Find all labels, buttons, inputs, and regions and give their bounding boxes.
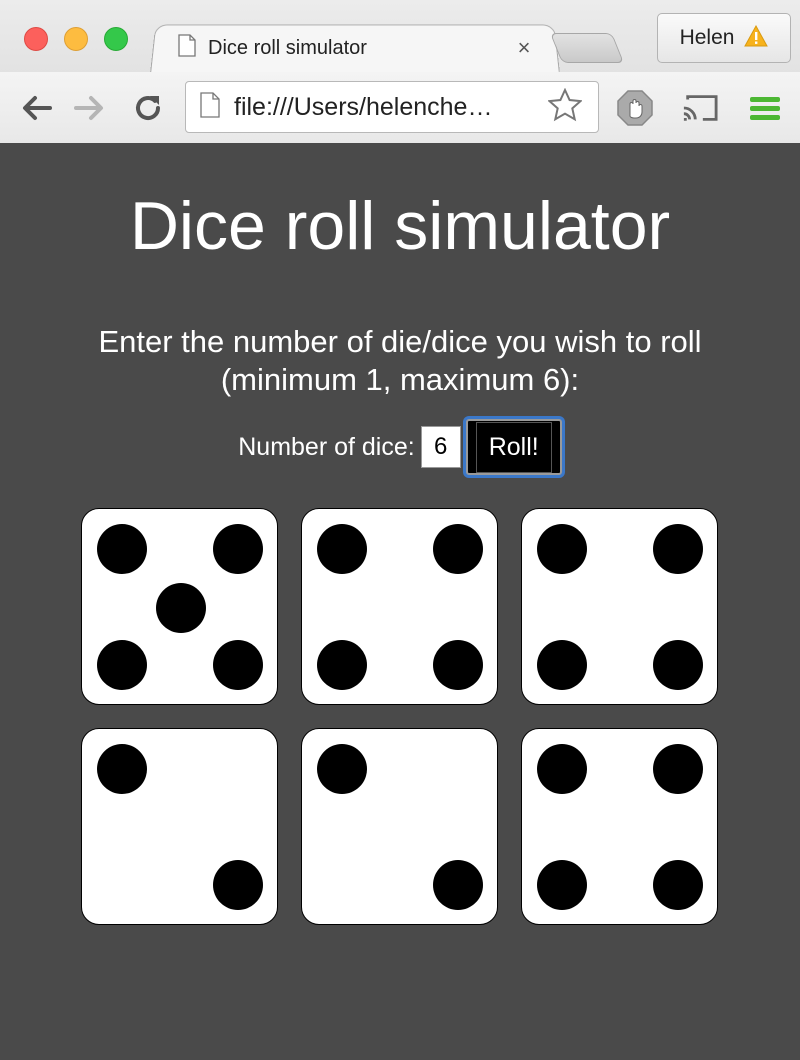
toolbar: file:///Users/helenche… <box>0 72 800 143</box>
die-pip <box>97 640 147 690</box>
close-tab-icon[interactable]: × <box>510 34 538 62</box>
die-pip <box>537 860 587 910</box>
close-window-button[interactable] <box>24 27 48 51</box>
die-pip <box>213 860 263 910</box>
die-pip <box>317 524 367 574</box>
die-face <box>521 508 718 705</box>
die-pip <box>433 640 483 690</box>
page-icon <box>178 34 196 62</box>
die-pip <box>317 640 367 690</box>
adblock-hand-icon[interactable] <box>617 90 653 126</box>
die-pip <box>653 860 703 910</box>
warning-icon <box>744 24 769 52</box>
die-face <box>521 728 718 925</box>
new-tab-button[interactable] <box>549 33 625 63</box>
page-icon <box>200 91 220 123</box>
address-bar[interactable]: file:///Users/helenche… <box>185 81 599 133</box>
die-face <box>81 728 278 925</box>
die-pip <box>213 640 263 690</box>
menu-hamburger-icon[interactable] <box>747 90 783 126</box>
die-face <box>81 508 278 705</box>
tab-strip: Dice roll simulator × Helen <box>0 0 800 74</box>
browser-chrome: Dice roll simulator × Helen file:///User… <box>0 0 800 143</box>
die-pip <box>155 582 206 633</box>
cast-icon[interactable] <box>682 90 718 126</box>
profile-button[interactable]: Helen <box>657 13 791 63</box>
profile-name: Helen <box>679 26 735 49</box>
die-pip <box>653 524 703 574</box>
minimize-window-button[interactable] <box>64 27 88 51</box>
die-pip <box>537 640 587 690</box>
instructions-line-2: (minimum 1, maximum 6): <box>220 362 580 397</box>
number-of-dice-input[interactable] <box>420 426 461 468</box>
die-pip <box>653 744 703 794</box>
die-pip <box>97 524 147 574</box>
die-face <box>301 728 498 925</box>
roll-button[interactable]: Roll! <box>465 419 562 475</box>
active-tab-content: Dice roll simulator × <box>178 30 538 66</box>
forward-arrow-icon[interactable] <box>72 90 108 126</box>
reload-icon[interactable] <box>130 90 166 126</box>
back-arrow-icon[interactable] <box>18 90 54 126</box>
die-pip <box>317 744 367 794</box>
die-pip <box>537 744 587 794</box>
instructions-line-1: Enter the number of die/dice you wish to… <box>98 324 702 359</box>
die-pip <box>433 860 483 910</box>
tab-title: Dice roll simulator <box>208 36 367 59</box>
die-face <box>301 508 498 705</box>
die-pip <box>433 524 483 574</box>
page-title: Dice roll simulator <box>129 188 671 264</box>
dice-controls: Number of dice: Roll! <box>0 417 800 477</box>
die-pip <box>653 640 703 690</box>
die-pip <box>537 524 587 574</box>
instructions: Enter the number of die/dice you wish to… <box>30 323 770 399</box>
roll-button-label: Roll! <box>475 421 552 473</box>
dice-grid <box>81 508 719 925</box>
zoom-window-button[interactable] <box>104 27 128 51</box>
die-pip <box>97 744 147 794</box>
bookmark-star-icon[interactable] <box>547 87 583 127</box>
number-of-dice-label: Number of dice: <box>238 432 415 461</box>
page-content: Dice roll simulator Enter the number of … <box>0 143 800 1060</box>
die-pip <box>213 524 263 574</box>
address-text: file:///Users/helenche… <box>234 92 493 121</box>
